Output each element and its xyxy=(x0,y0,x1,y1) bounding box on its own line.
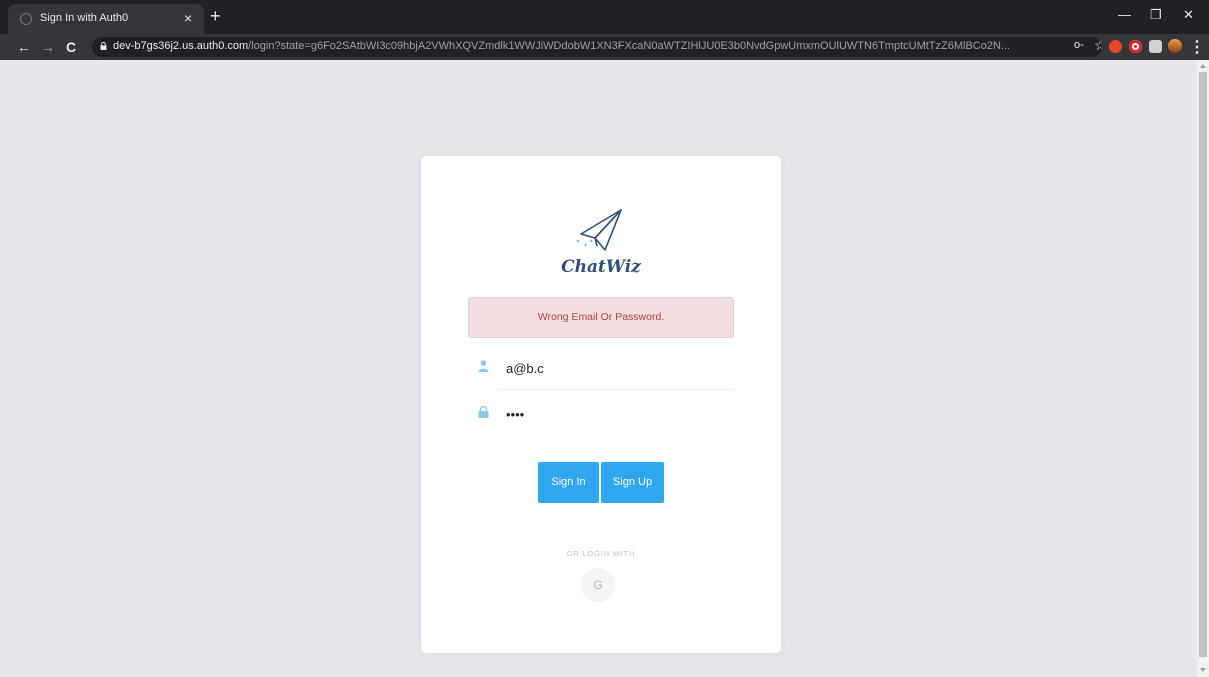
sparkle-marks xyxy=(576,239,593,247)
new-tab-button[interactable]: + xyxy=(210,6,221,26)
close-tab-icon[interactable]: × xyxy=(184,10,192,26)
lock-icon xyxy=(100,42,107,50)
logo-text: ChatWiz xyxy=(561,257,641,277)
tab-title: Sign In with Auth0 xyxy=(40,12,129,24)
close-window-button[interactable]: ✕ xyxy=(1183,6,1194,24)
restore-button[interactable]: ❐ xyxy=(1150,6,1162,24)
url-host: dev-b7gs36j2.us.auth0.com xyxy=(113,40,249,52)
extension-record-icon[interactable] xyxy=(1129,40,1142,53)
browser-chrome: Sign In with Auth0 × + — ❐ ✕ ← → C dev-b… xyxy=(0,0,1209,60)
minimize-button[interactable]: — xyxy=(1118,6,1131,24)
forward-button[interactable]: → xyxy=(41,38,55,56)
password-field xyxy=(468,392,734,436)
url-path: /login?state=g6Fo2SAtbWI3c09hbjA2VWhXQVZ… xyxy=(248,40,1011,52)
chatwiz-logo: ChatWiz xyxy=(561,209,641,277)
sign-in-button[interactable]: Sign In xyxy=(538,462,599,503)
browser-toolbar: ← → C dev-b7gs36j2.us.auth0.com/login?st… xyxy=(0,34,1209,60)
email-underline xyxy=(498,389,734,390)
tab-auth0[interactable]: Sign In with Auth0 × xyxy=(8,4,204,34)
profile-avatar[interactable] xyxy=(1168,39,1182,53)
lock-icon xyxy=(478,406,489,418)
extension-shield-icon[interactable] xyxy=(1109,40,1122,53)
email-input[interactable] xyxy=(506,354,734,382)
email-field xyxy=(468,346,734,390)
sign-up-button[interactable]: Sign Up xyxy=(601,462,664,503)
scroll-thumb[interactable] xyxy=(1199,72,1207,657)
user-icon xyxy=(478,360,489,372)
extension-cube-icon[interactable] xyxy=(1149,40,1162,53)
error-alert: Wrong Email Or Password. xyxy=(468,297,734,338)
globe-icon xyxy=(20,13,32,25)
browser-menu-icon[interactable]: ⋮ xyxy=(1189,37,1205,57)
back-button[interactable]: ← xyxy=(17,38,31,56)
scrollbar[interactable] xyxy=(1197,60,1209,677)
password-input[interactable] xyxy=(506,400,734,428)
login-card: ChatWiz Wrong Email Or Password. Sign In… xyxy=(421,156,781,653)
star-icon[interactable]: ☆ xyxy=(1094,37,1102,54)
url-text: dev-b7gs36j2.us.auth0.com/login?state=g6… xyxy=(113,40,1010,52)
scroll-down-arrow-icon[interactable] xyxy=(1200,668,1206,672)
google-login-button[interactable]: G xyxy=(581,568,615,602)
reload-button[interactable]: C xyxy=(66,38,76,56)
key-icon[interactable]: o- xyxy=(1074,39,1084,51)
or-login-with-label: OR LOGIN WITH xyxy=(566,549,636,558)
scroll-up-arrow-icon[interactable] xyxy=(1200,64,1206,68)
tab-strip: Sign In with Auth0 × + — ❐ ✕ xyxy=(0,0,1209,34)
address-bar[interactable]: dev-b7gs36j2.us.auth0.com/login?state=g6… xyxy=(92,37,1102,57)
paper-plane-icon xyxy=(580,209,622,251)
